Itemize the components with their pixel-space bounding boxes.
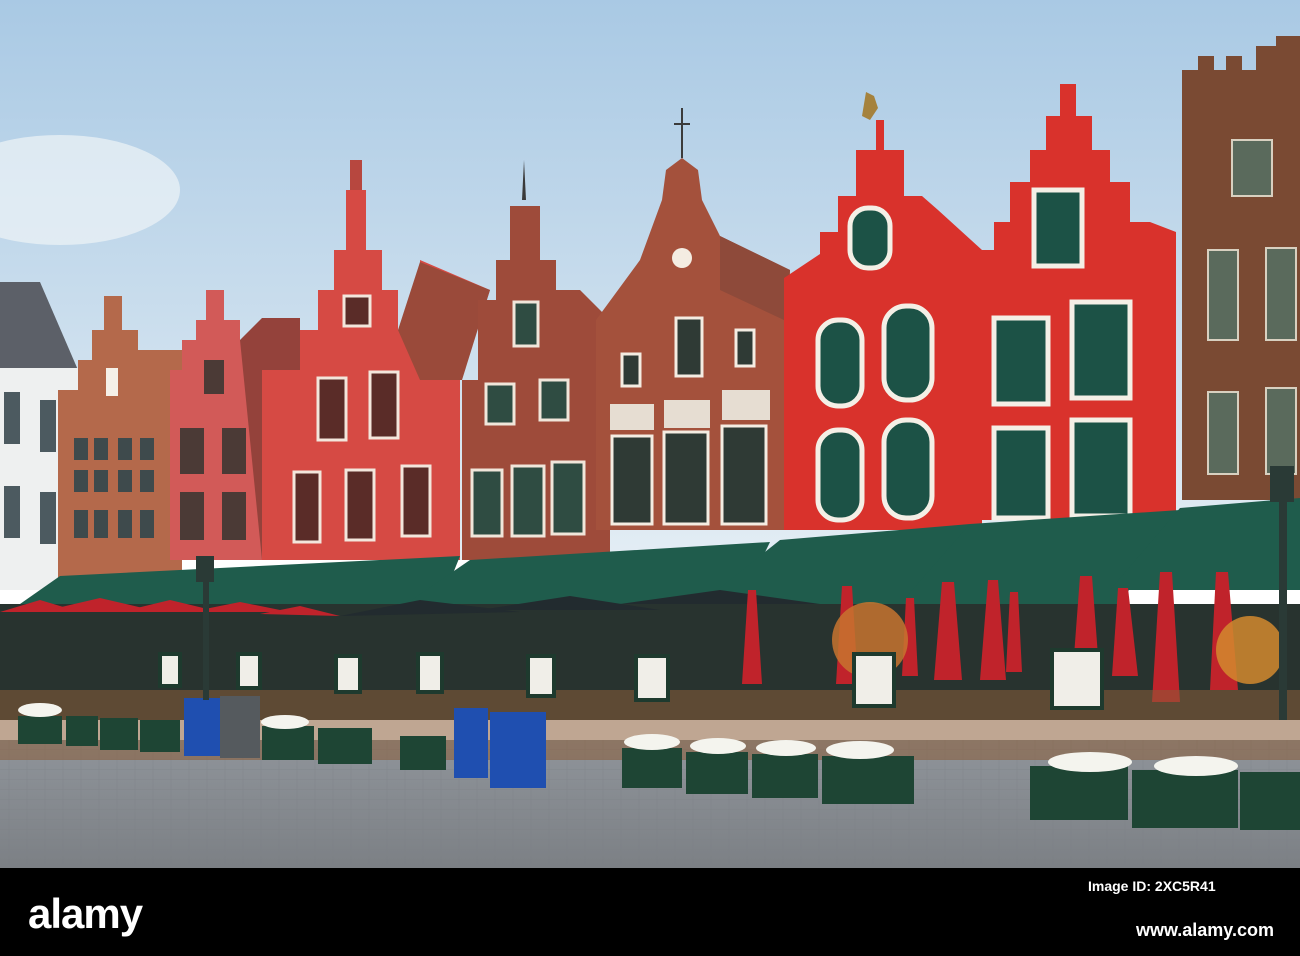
tree-orange — [1216, 616, 1284, 684]
image-frame: alamy Image ID: 2XC5R41 www.alamy.com — [0, 0, 1300, 956]
building-tower-right — [1182, 36, 1300, 500]
site-url: www.alamy.com — [1135, 920, 1274, 940]
photo-bruges-market-square — [0, 0, 1300, 868]
alamy-logo: alamy — [28, 890, 143, 937]
watermark-bar: alamy Image ID: 2XC5R41 www.alamy.com — [0, 868, 1300, 956]
image-id-label: Image ID: 2XC5R41 — [1088, 878, 1216, 894]
